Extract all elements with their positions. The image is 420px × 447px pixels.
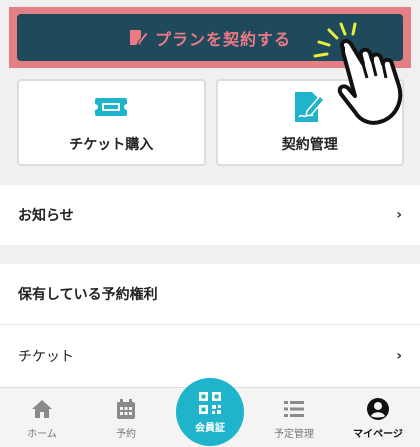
qr-code-icon xyxy=(199,391,221,414)
contract-plan-button[interactable]: プランを契約する xyxy=(17,14,403,61)
nav-schedule[interactable]: 予定管理 xyxy=(252,388,336,447)
ticket-purchase-label: チケット購入 xyxy=(69,136,154,153)
nav-reserve-label: 予約 xyxy=(116,428,136,440)
notice-row[interactable]: お知らせ › xyxy=(0,185,420,245)
nav-reserve[interactable]: 予約 xyxy=(84,388,168,447)
member-card-button[interactable]: 会員証 xyxy=(176,378,244,446)
nav-mypage-label: マイページ xyxy=(353,428,403,440)
chevron-right-icon: › xyxy=(396,207,402,223)
ticket-icon xyxy=(94,97,129,116)
ticket-purchase-card[interactable]: チケット購入 xyxy=(17,79,206,166)
list-icon xyxy=(284,400,304,417)
contract-management-card[interactable]: 契約管理 xyxy=(215,79,404,166)
chevron-right-icon: › xyxy=(396,348,402,364)
notice-label: お知らせ xyxy=(18,208,74,224)
user-icon xyxy=(367,397,389,420)
contract-edit-icon xyxy=(129,29,149,46)
ticket-label: チケット xyxy=(18,349,74,365)
cta-highlight: プランを契約する xyxy=(9,7,411,68)
contract-plan-label: プランを契約する xyxy=(154,29,291,49)
reservation-rights-title: 保有している予約権利 xyxy=(18,287,158,303)
contract-icon xyxy=(294,91,325,122)
nav-home-label: ホーム xyxy=(27,428,57,440)
nav-home[interactable]: ホーム xyxy=(0,388,84,447)
action-cards: チケット購入 契約管理 xyxy=(17,79,404,166)
nav-mypage[interactable]: マイページ xyxy=(336,388,420,447)
reservation-rights-header: 保有している予約権利 xyxy=(0,264,420,324)
calendar-icon xyxy=(117,398,135,419)
nav-schedule-label: 予定管理 xyxy=(274,428,314,440)
member-card-label: 会員証 xyxy=(195,422,225,434)
home-icon xyxy=(32,399,52,418)
contract-management-label: 契約管理 xyxy=(281,136,338,153)
